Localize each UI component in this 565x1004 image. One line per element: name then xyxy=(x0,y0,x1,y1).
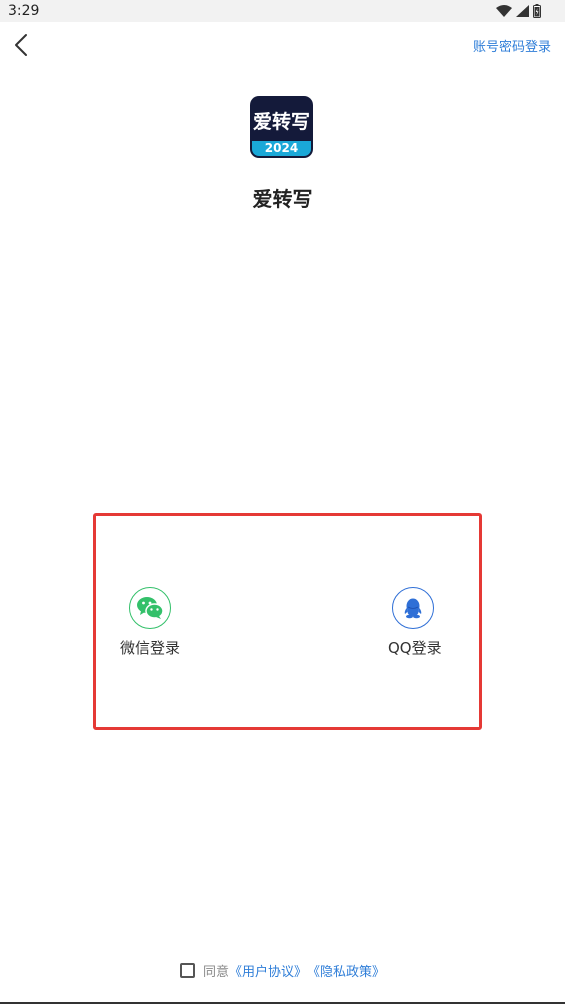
status-icons xyxy=(496,4,541,18)
qq-icon-circle xyxy=(392,587,434,629)
app-name: 爱转写 xyxy=(252,187,313,211)
status-bar: 3:29 xyxy=(0,0,565,22)
wechat-icon-circle xyxy=(129,587,171,629)
agreement-prefix: 同意 xyxy=(202,965,229,980)
qq-icon xyxy=(404,598,422,619)
qq-login-label: QQ登录 xyxy=(388,639,442,657)
status-time: 3:29 xyxy=(8,3,40,19)
app-logo: 爱转写 2024 xyxy=(250,96,313,158)
signal-icon xyxy=(516,5,529,17)
logo-text: 爱转写 xyxy=(252,111,310,133)
privacy-policy-link[interactable]: 《隐私政策》 xyxy=(307,961,385,980)
logo-year: 2024 xyxy=(252,141,311,156)
wifi-icon xyxy=(496,5,512,17)
wechat-login-label: 微信登录 xyxy=(120,639,181,657)
back-button[interactable] xyxy=(10,32,34,58)
user-agreement-link[interactable]: 《用户协议》 xyxy=(229,961,307,980)
wechat-icon xyxy=(137,597,164,619)
agreement-checkbox[interactable] xyxy=(179,963,195,978)
agreement-row: 同意 《用户协议》 《隐私政策》 xyxy=(0,961,565,980)
battery-icon xyxy=(533,4,541,18)
account-password-login-link[interactable]: 账号密码登录 xyxy=(473,36,551,55)
qq-login-button[interactable]: QQ登录 xyxy=(388,587,442,658)
wechat-login-button[interactable]: 微信登录 xyxy=(120,587,180,658)
chevron-left-icon xyxy=(15,34,27,56)
